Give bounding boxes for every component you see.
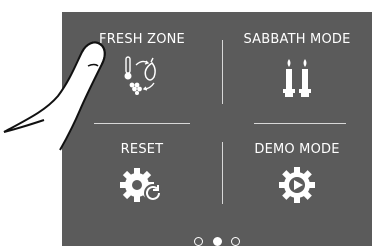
- page-dot[interactable]: [194, 237, 204, 246]
- demo-mode-label: DEMO MODE: [254, 142, 340, 157]
- sabbath-mode-button[interactable]: SABBATH MODE: [222, 32, 372, 99]
- page-indicator: [62, 231, 372, 250]
- page-dot-active[interactable]: [212, 237, 222, 246]
- sabbath-mode-label: SABBATH MODE: [243, 32, 351, 47]
- gear-reset-icon: [120, 168, 162, 202]
- candles-icon: [283, 59, 311, 97]
- vertical-divider-top: [222, 40, 223, 104]
- page-dot[interactable]: [230, 237, 240, 246]
- horizontal-divider-right: [254, 123, 346, 124]
- pointing-hand-icon: [3, 41, 106, 151]
- demo-mode-button[interactable]: DEMO MODE: [222, 142, 372, 205]
- gear-play-icon: [279, 167, 315, 203]
